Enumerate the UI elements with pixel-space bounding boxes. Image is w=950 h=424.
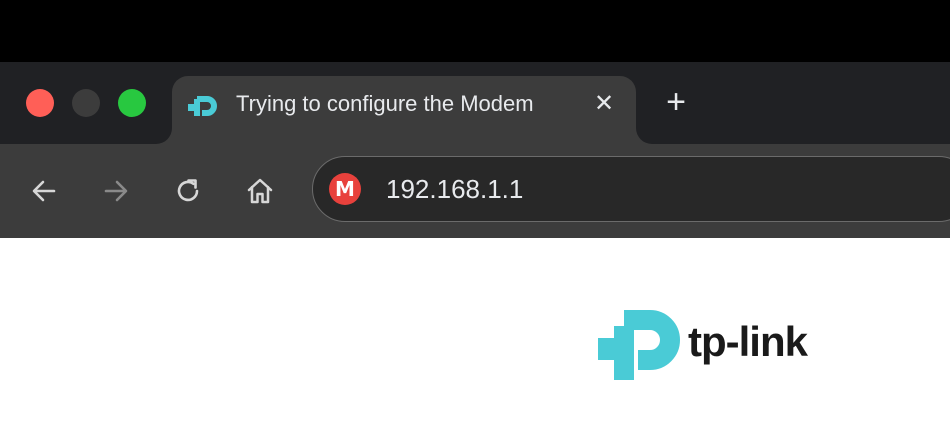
tp-link-wordmark: tp-link (688, 318, 808, 365)
home-icon (247, 178, 273, 204)
tp-link-favicon-icon (188, 96, 217, 116)
tab-title: Trying to configure the Modem (236, 91, 534, 116)
window-close-button[interactable] (26, 89, 54, 117)
window-maximize-button[interactable] (118, 89, 146, 117)
forward-button[interactable] (96, 171, 136, 211)
tp-link-logo-icon (598, 310, 680, 380)
tab-edge-right (636, 128, 652, 144)
url-text[interactable]: 192.168.1.1 (386, 171, 686, 207)
reload-button[interactable] (168, 171, 208, 211)
reload-icon (177, 179, 199, 202)
home-button[interactable] (240, 171, 280, 211)
new-tab-button[interactable]: + (660, 85, 692, 119)
tab-close-icon[interactable]: ✕ (590, 90, 618, 118)
forward-arrow-icon (104, 180, 128, 202)
tab-edge-left (156, 128, 172, 144)
back-arrow-icon (32, 180, 56, 202)
screen-top-bar (0, 0, 950, 62)
site-info-icon[interactable]: M (329, 173, 361, 205)
window-minimize-button[interactable] (72, 89, 100, 117)
back-button[interactable] (24, 171, 64, 211)
